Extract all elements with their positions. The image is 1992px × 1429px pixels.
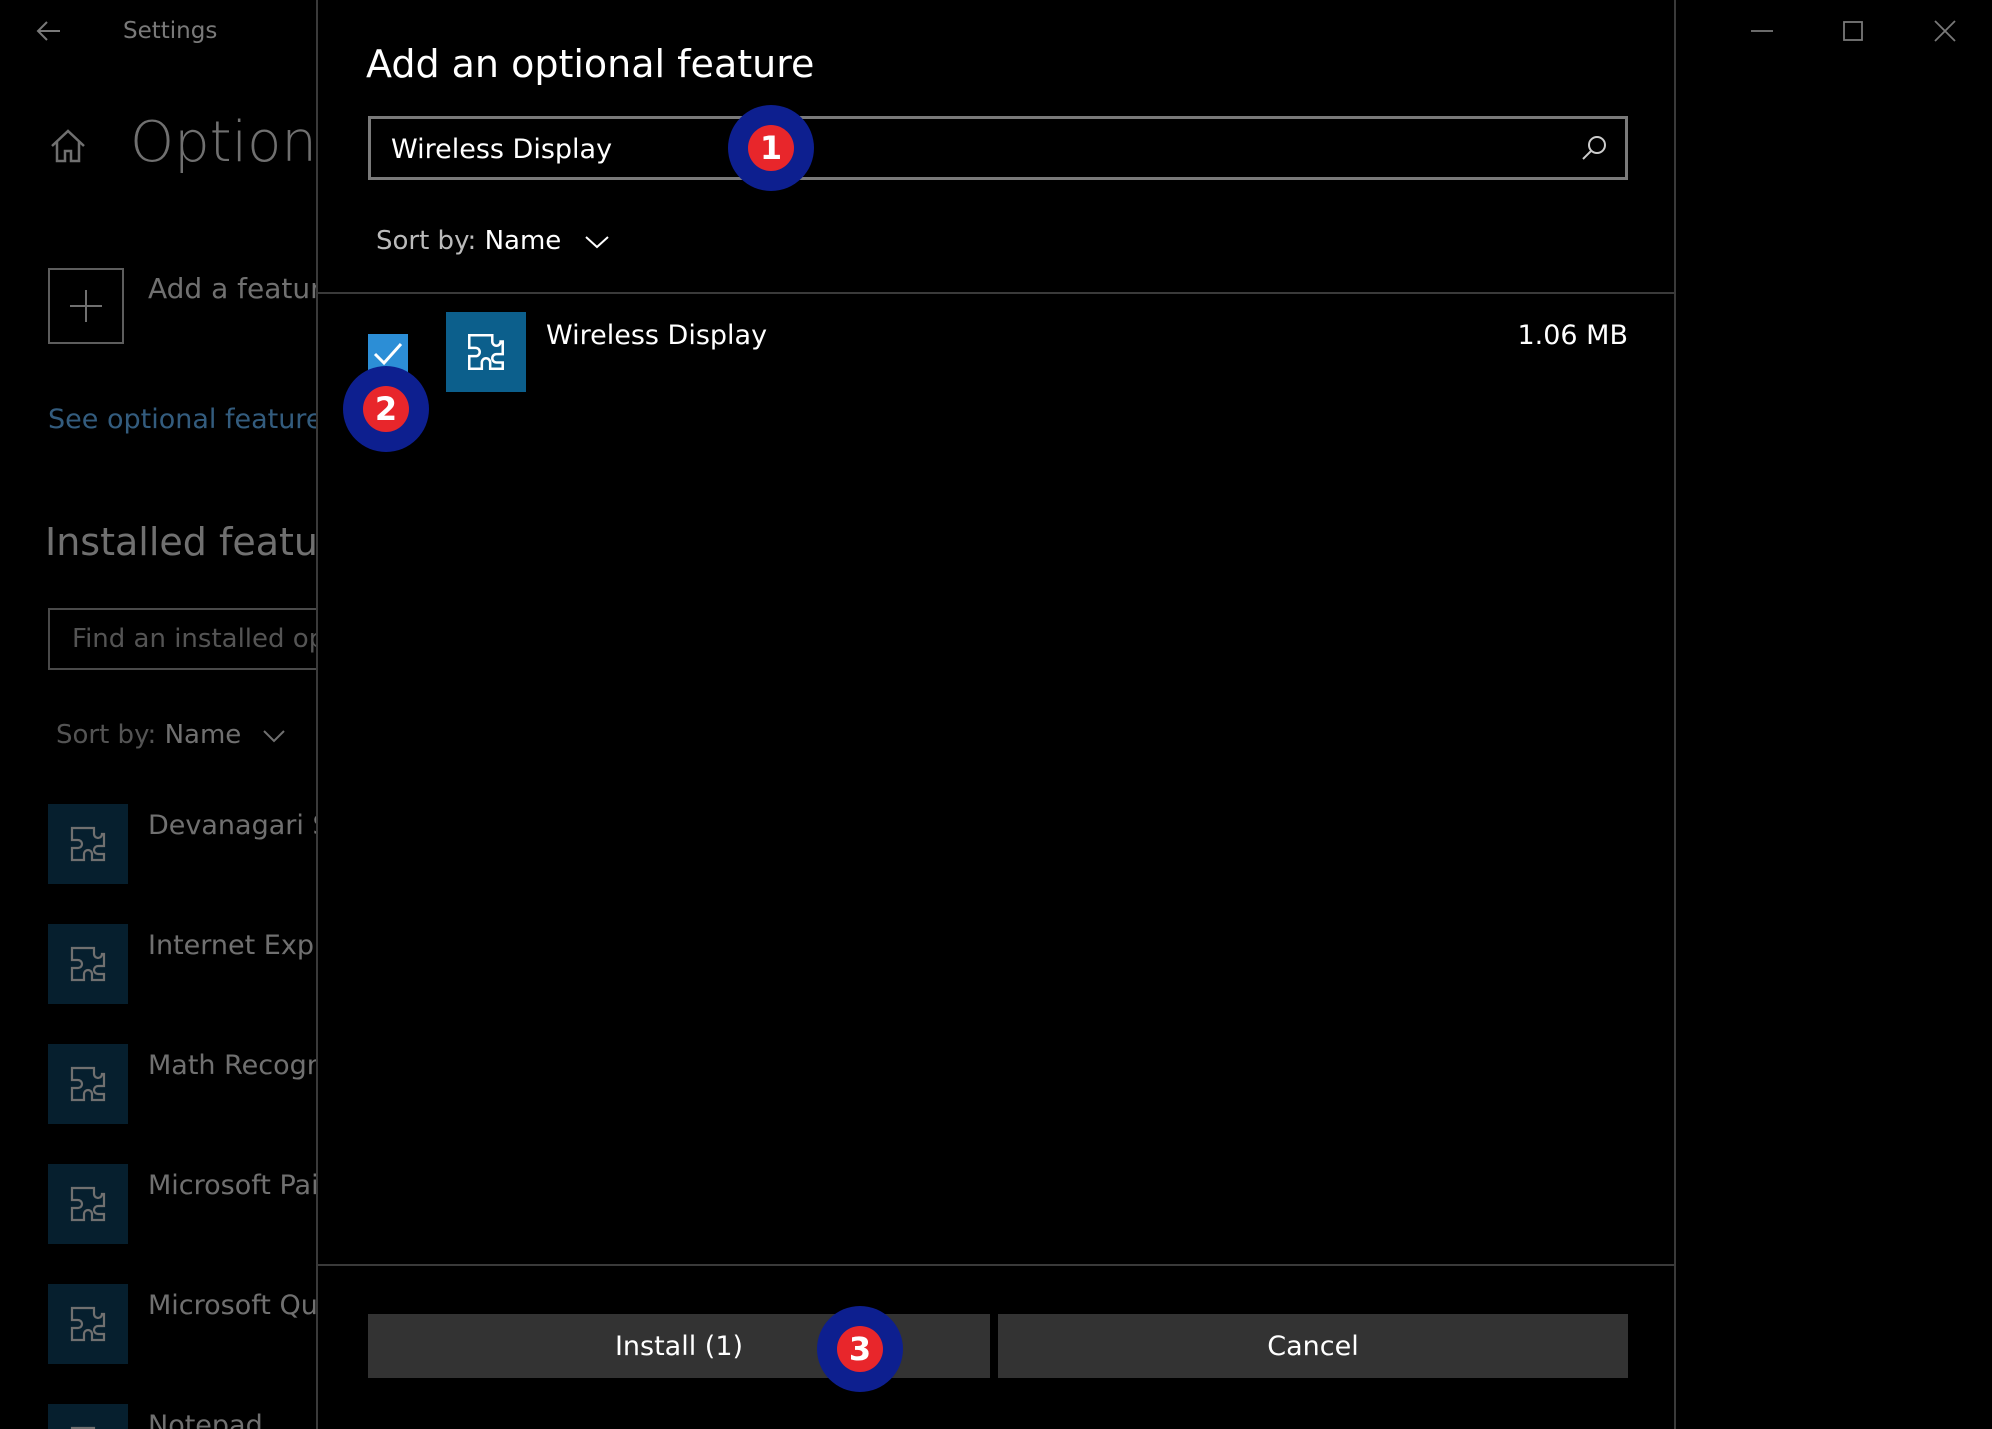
puzzle-icon [48, 804, 128, 884]
installed-features-heading: Installed feature [45, 520, 357, 564]
step-badge-3: 3 [817, 1306, 903, 1392]
sort-label: Sort by: [376, 226, 477, 256]
maximize-icon[interactable] [1836, 14, 1870, 48]
step-badge-1: 1 [728, 105, 814, 191]
divider [318, 292, 1674, 294]
feature-search-input[interactable] [371, 119, 1573, 179]
add-feature-tile[interactable] [48, 268, 124, 344]
installed-sort-dropdown[interactable]: Sort by: Name [56, 720, 286, 750]
step-number: 3 [837, 1326, 883, 1372]
puzzle-icon [48, 1164, 128, 1244]
installed-search-field[interactable]: Find an installed opt [48, 608, 348, 670]
sort-value: Name [164, 720, 242, 750]
checkmark-icon [373, 342, 403, 366]
feature-name: Wireless Display [546, 320, 768, 351]
window-title: Settings [123, 18, 218, 44]
search-icon[interactable] [1579, 133, 1609, 163]
installed-item-name: Microsoft Qui [148, 1290, 326, 1321]
divider [318, 1264, 1674, 1266]
puzzle-icon [48, 924, 128, 1004]
installed-search-placeholder: Find an installed opt [72, 624, 336, 654]
add-feature-label[interactable]: Add a feature [148, 272, 338, 305]
feature-result-row[interactable]: Wireless Display 1.06 MB [366, 312, 1628, 396]
feature-history-link[interactable]: See optional feature h [48, 404, 348, 435]
minimize-icon[interactable] [1745, 14, 1779, 48]
feature-search-box[interactable] [368, 116, 1628, 180]
screen: Settings Optiona Add a feature See optio… [0, 0, 1992, 1429]
plus-icon [70, 290, 102, 322]
puzzle-icon [48, 1284, 128, 1364]
puzzle-icon [446, 312, 526, 392]
step-number: 1 [748, 125, 794, 171]
dialog-title: Add an optional feature [366, 42, 815, 86]
puzzle-icon [48, 1044, 128, 1124]
sort-value: Name [484, 226, 562, 256]
chevron-down-icon [262, 729, 285, 742]
back-arrow-icon[interactable] [32, 14, 66, 48]
installed-item-name: Internet Explo [148, 930, 338, 961]
add-optional-feature-dialog: Add an optional feature Sort by: Name Wi… [316, 0, 1676, 1429]
feature-size: 1.06 MB [1517, 320, 1628, 351]
installed-item-name: Notepad [148, 1410, 263, 1429]
close-icon[interactable] [1928, 14, 1962, 48]
sort-label: Sort by: [56, 720, 157, 750]
puzzle-icon [48, 1404, 128, 1429]
installed-item-name: Microsoft Pair [148, 1170, 330, 1201]
home-icon[interactable] [46, 124, 90, 168]
cancel-button[interactable]: Cancel [998, 1314, 1628, 1378]
installed-item-name: Math Recogni [148, 1050, 332, 1081]
step-number: 2 [363, 386, 409, 432]
step-badge-2: 2 [343, 366, 429, 452]
sort-dropdown[interactable]: Sort by: Name [376, 226, 610, 256]
chevron-down-icon [584, 235, 609, 248]
